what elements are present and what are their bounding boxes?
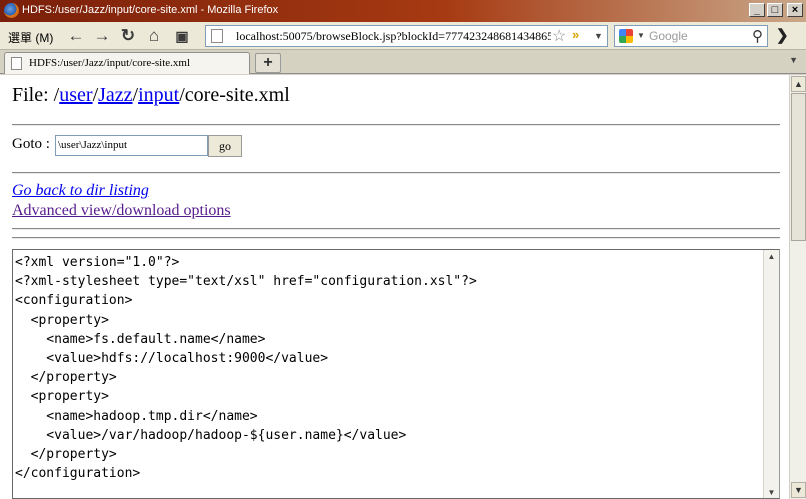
page-scrollbar[interactable]: ▲ ▼ xyxy=(789,75,806,499)
scrollbar-thumb[interactable] xyxy=(791,93,806,241)
window-controls: _ □ × xyxy=(749,3,803,17)
scroll-down-icon[interactable]: ▼ xyxy=(764,486,779,498)
file-name: /core-site.xml xyxy=(179,84,290,106)
tab-bar: HDFS:/user/Jazz/input/core-site.xml + ▼ xyxy=(0,50,806,74)
maximize-button[interactable]: □ xyxy=(767,3,783,17)
engine-dropdown-icon[interactable]: ▼ xyxy=(637,31,645,40)
path-link-input[interactable]: input xyxy=(138,84,179,106)
divider xyxy=(12,237,780,239)
file-content-area[interactable]: <?xml version="1.0"?> <?xml-stylesheet t… xyxy=(12,249,780,499)
window-title: HDFS:/user/Jazz/input/core-site.xml - Mo… xyxy=(22,4,279,16)
path-link-user[interactable]: user xyxy=(59,84,92,106)
search-box[interactable]: ▼ Google ⚲ xyxy=(614,25,768,47)
divider xyxy=(12,228,780,230)
home-icon[interactable]: ⌂ xyxy=(144,26,164,46)
bookmarks-icon[interactable]: ▣ xyxy=(172,26,192,46)
search-icon[interactable]: ⚲ xyxy=(752,27,763,45)
scroll-up-icon[interactable]: ▲ xyxy=(764,250,779,264)
tab-core-site[interactable]: HDFS:/user/Jazz/input/core-site.xml xyxy=(4,52,250,74)
forward-arrow-icon[interactable]: → xyxy=(92,26,112,46)
new-tab-button[interactable]: + xyxy=(255,53,281,73)
close-window-button[interactable]: × xyxy=(787,3,803,17)
menu-button[interactable]: 選單 (M) xyxy=(8,29,53,46)
firefox-logo-icon xyxy=(4,3,19,18)
bookmark-star-icon[interactable]: ☆ xyxy=(552,26,566,46)
advanced-view-link[interactable]: Advanced view/download options xyxy=(12,202,231,220)
search-input[interactable]: Google xyxy=(649,29,688,43)
goto-input[interactable]: \user\Jazz\input xyxy=(55,135,208,156)
history-dropdown-icon[interactable]: ▼ xyxy=(594,31,603,41)
scroll-down-icon[interactable]: ▼ xyxy=(791,482,806,498)
reload-icon[interactable]: ↻ xyxy=(118,26,138,46)
divider xyxy=(12,124,780,126)
feed-icon[interactable]: » xyxy=(572,27,579,42)
chevron-right-icon[interactable]: ❯ xyxy=(776,26,789,44)
tab-list-icon[interactable]: ▼ xyxy=(789,55,798,65)
address-bar[interactable]: localhost:50075/browseBlock.jsp?blockId=… xyxy=(205,25,608,47)
scroll-up-icon[interactable]: ▲ xyxy=(791,76,806,92)
document-icon xyxy=(11,57,22,70)
file-content-text: <?xml version="1.0"?> <?xml-stylesheet t… xyxy=(15,255,477,482)
file-label: File: xyxy=(12,84,54,106)
back-to-dir-link[interactable]: Go back to dir listing xyxy=(12,182,149,200)
minimize-button[interactable]: _ xyxy=(749,3,765,17)
navigation-toolbar: 選單 (M) ← → ↻ ⌂ ▣ localhost:50075/browseB… xyxy=(0,22,806,50)
content-scrollbar[interactable]: ▲ ▼ xyxy=(763,250,779,498)
path-link-jazz[interactable]: Jazz xyxy=(98,84,132,106)
back-arrow-icon[interactable]: ← xyxy=(66,26,86,46)
google-engine-icon[interactable] xyxy=(619,29,633,43)
divider xyxy=(12,172,780,174)
page-title: File: /user/Jazz/input/core-site.xml xyxy=(12,84,290,107)
goto-label: Goto : xyxy=(12,136,50,152)
address-text[interactable]: localhost:50075/browseBlock.jsp?blockId=… xyxy=(236,29,551,44)
tab-title: HDFS:/user/Jazz/input/core-site.xml xyxy=(29,57,190,69)
window-title-bar: HDFS:/user/Jazz/input/core-site.xml - Mo… xyxy=(0,0,806,22)
go-button[interactable]: go xyxy=(208,135,242,157)
page-content: File: /user/Jazz/input/core-site.xml Got… xyxy=(0,75,789,499)
page-icon xyxy=(211,29,223,43)
